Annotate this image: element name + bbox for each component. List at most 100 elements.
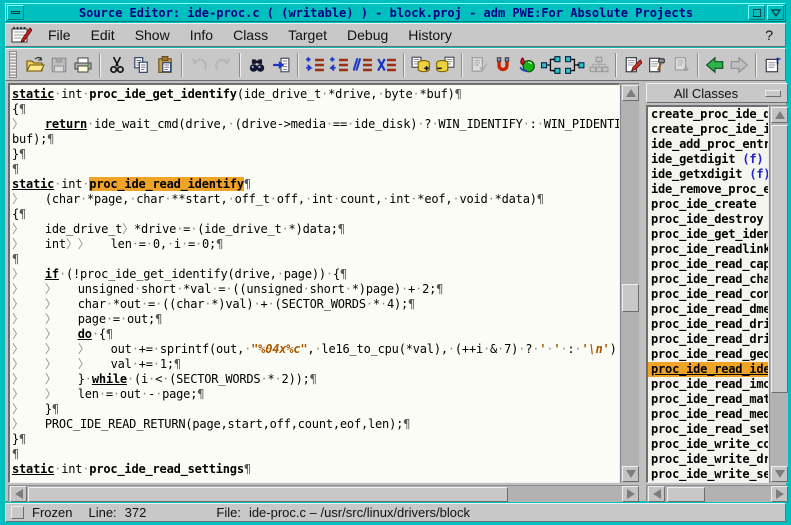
list-item[interactable]: proc_ide_read_mat xyxy=(648,392,768,407)
menu-item-file[interactable]: File xyxy=(38,24,81,46)
checkout-button[interactable] xyxy=(410,52,432,78)
magnet-button[interactable] xyxy=(492,52,514,78)
list-hscroll-thumb[interactable] xyxy=(667,487,705,502)
editor-vertical-scrollbar[interactable] xyxy=(620,83,639,483)
comment-button[interactable] xyxy=(352,52,374,78)
list-item[interactable]: proc_ide_read_cap xyxy=(648,257,768,272)
list-horizontal-scrollbar[interactable] xyxy=(646,485,788,502)
toolbar-grip[interactable] xyxy=(9,51,17,78)
list-item[interactable]: proc_ide_read_con xyxy=(648,287,768,302)
code-line[interactable]: 〉 〉 char·*out·=·((char·*)val)·+·(SECTOR_… xyxy=(12,297,619,312)
scroll-right-button[interactable] xyxy=(771,486,788,502)
freeze-toggle[interactable] xyxy=(11,506,24,519)
open-folder-button[interactable] xyxy=(24,52,46,78)
scroll-up-button[interactable] xyxy=(622,85,639,101)
scroll-down-button[interactable] xyxy=(622,466,639,482)
list-item[interactable]: proc_ide_write_co xyxy=(648,437,768,452)
menu-item-target[interactable]: Target xyxy=(278,24,337,46)
code-line[interactable]: static·int·proc_ide_read_identify¶ xyxy=(12,177,619,192)
goto-line-button[interactable] xyxy=(270,52,292,78)
menu-item-show[interactable]: Show xyxy=(125,24,180,46)
code-line[interactable]: 〉 〉 }·while·(i·<·(SECTOR_WORDS·*·2));¶ xyxy=(12,372,619,387)
editor-vscroll-thumb[interactable] xyxy=(622,284,639,312)
code-line[interactable]: 〉 〉 〉 val·+=·1;¶ xyxy=(12,357,619,372)
scroll-down-button[interactable] xyxy=(771,466,788,482)
code-area[interactable]: static·int·proc_ide_get_identify(ide_dri… xyxy=(8,83,620,483)
code-line[interactable]: 〉 return·ide_wait_cmd(drive,·(drive->med… xyxy=(12,117,619,132)
code-line[interactable]: 〉 (char·*page,·char·**start,·off_t·off,·… xyxy=(12,192,619,207)
list-item[interactable]: proc_ide_read_dri xyxy=(648,317,768,332)
code-line[interactable]: 〉 PROC_IDE_READ_RETURN(page,start,off,co… xyxy=(12,417,619,432)
code-line[interactable]: 〉 int〉〉 len·=·0,·i·=·0;¶ xyxy=(12,237,619,252)
list-item[interactable]: proc_ide_destroy xyxy=(648,212,768,227)
menu-item-info[interactable]: Info xyxy=(180,24,223,46)
scroll-right-button[interactable] xyxy=(622,486,639,502)
list-item[interactable]: create_proc_ide_d xyxy=(648,107,768,122)
list-item[interactable]: create_proc_ide_i xyxy=(648,122,768,137)
window-menu-button[interactable] xyxy=(767,5,784,20)
code-line[interactable]: {¶ xyxy=(12,102,619,117)
code-line[interactable]: 〉 〉 do·{¶ xyxy=(12,327,619,342)
checkin-button[interactable] xyxy=(434,52,456,78)
show-uses-button[interactable] xyxy=(540,52,562,78)
list-item[interactable]: proc_ide_create xyxy=(648,197,768,212)
titlebar[interactable]: Source Editor: ide-proc.c ( (writable) )… xyxy=(5,3,786,22)
list-item[interactable]: proc_ide_write_dr xyxy=(648,452,768,467)
menu-item-edit[interactable]: Edit xyxy=(81,24,125,46)
outdent-button[interactable] xyxy=(328,52,350,78)
menu-help[interactable]: ? xyxy=(753,24,785,46)
menu-item-history[interactable]: History xyxy=(398,24,462,46)
indent-button[interactable] xyxy=(304,52,326,78)
list-item[interactable]: proc_ide_read_set xyxy=(648,422,768,437)
list-item[interactable]: proc_ide_readlink xyxy=(648,242,768,257)
list-item[interactable]: proc_ide_read_imo xyxy=(648,377,768,392)
menu-item-class[interactable]: Class xyxy=(223,24,278,46)
code-line[interactable]: 〉 if·(!proc_ide_get_identify(drive,·page… xyxy=(12,267,619,282)
code-line[interactable]: }¶ xyxy=(12,147,619,162)
print-button[interactable] xyxy=(72,52,94,78)
code-line[interactable]: 〉 〉 len·=·out·-·page;¶ xyxy=(12,387,619,402)
code-line[interactable]: static·int·proc_ide_get_identify(ide_dri… xyxy=(12,87,619,102)
edit-source-button[interactable] xyxy=(622,52,644,78)
back-button[interactable] xyxy=(704,52,726,78)
code-line[interactable]: buf);¶ xyxy=(12,132,619,147)
window-minimize-button[interactable] xyxy=(7,5,24,20)
code-line[interactable]: }¶ xyxy=(12,432,619,447)
reparse-button[interactable] xyxy=(516,52,538,78)
code-line[interactable]: 〉 〉 unsigned·short·*val·=·((unsigned·sho… xyxy=(12,282,619,297)
code-line[interactable]: {¶ xyxy=(12,207,619,222)
list-item[interactable]: ide_remove_proc_e xyxy=(648,182,768,197)
menu-item-debug[interactable]: Debug xyxy=(337,24,398,46)
scroll-left-button[interactable] xyxy=(10,486,27,502)
list-item[interactable]: proc_ide_read_dri xyxy=(648,332,768,347)
code-line[interactable]: ¶ xyxy=(12,447,619,462)
code-line[interactable]: static·int·proc_ide_read_settings¶ xyxy=(12,462,619,477)
list-vscroll-thumb[interactable] xyxy=(771,125,788,393)
list-item[interactable]: ide_getdigit (f) xyxy=(648,152,768,167)
list-item[interactable]: proc_ide_read_dme xyxy=(648,302,768,317)
code-line[interactable]: 〉 ide_drive_t〉*drive·=·(ide_drive_t·*)da… xyxy=(12,222,619,237)
uncomment-button[interactable] xyxy=(376,52,398,78)
list-item[interactable]: ide_add_proc_entr xyxy=(648,137,768,152)
paste-button[interactable] xyxy=(154,52,176,78)
window-maximize-button[interactable] xyxy=(748,5,765,20)
code-line[interactable]: 〉 }¶ xyxy=(12,402,619,417)
code-line[interactable]: 〉 〉 〉 out·+=·sprintf(out,·"%04x%c",·le16… xyxy=(12,342,619,357)
list-item[interactable]: proc_ide_get_iden xyxy=(648,227,768,242)
build-button[interactable] xyxy=(646,52,668,78)
scroll-left-button[interactable] xyxy=(648,486,665,502)
list-item[interactable]: proc_ide_read_geo xyxy=(648,347,768,362)
list-vertical-scrollbar[interactable] xyxy=(769,105,788,483)
code-line[interactable]: 〉 〉 page·=·out;¶ xyxy=(12,312,619,327)
cut-button[interactable] xyxy=(106,52,128,78)
code-line[interactable]: ¶ xyxy=(12,252,619,267)
code-line[interactable]: ¶ xyxy=(12,162,619,177)
editor-settings-button[interactable] xyxy=(762,52,784,78)
scroll-up-button[interactable] xyxy=(771,107,788,123)
show-used-by-button[interactable] xyxy=(564,52,586,78)
copy-button[interactable] xyxy=(130,52,152,78)
list-item[interactable]: proc_ide_write_se xyxy=(648,467,768,482)
editor-hscroll-thumb[interactable] xyxy=(28,487,508,502)
list-item[interactable]: ide_getxdigit (f) xyxy=(648,167,768,182)
list-item[interactable]: proc_ide_read_med xyxy=(648,407,768,422)
